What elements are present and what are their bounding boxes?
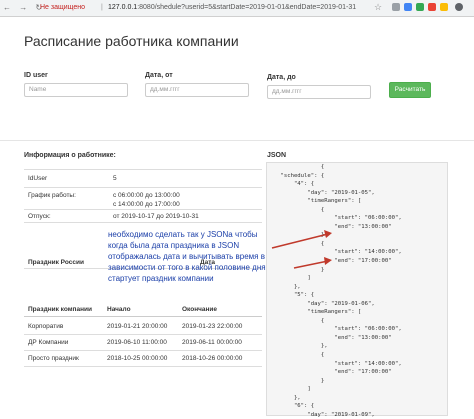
employee-value: 5 [113, 175, 117, 182]
url-host: 127.0.0.1 [108, 4, 138, 11]
company-holiday-end: 2019-06-11 00:00:00 [182, 339, 242, 346]
table-border [24, 222, 262, 223]
browser-nav-icons[interactable]: ← → ↻ [3, 3, 45, 12]
bookmark-star-icon[interactable]: ☆ [374, 2, 382, 13]
annotation-arrow-icon [271, 230, 332, 269]
employee-key: Отпуск: [28, 213, 51, 220]
russian-holiday-col-name: Праздник России [28, 259, 84, 266]
employee-key: График работы: [28, 192, 76, 199]
json-heading: JSON [267, 152, 287, 159]
url-text[interactable]: 127.0.0.1:8080/shedule?userid=5&startDat… [108, 4, 356, 11]
not-secure-warning[interactable]: Не защищено [40, 4, 85, 11]
extension-icon[interactable] [428, 3, 436, 11]
table-border [24, 187, 262, 188]
extension-icon[interactable] [416, 3, 424, 11]
company-holiday-name: Просто праздник [28, 355, 79, 362]
url-path: :8080/shedule?userid=5&startDate=2019-01… [137, 4, 357, 11]
date-from-label: Дата, от [145, 72, 173, 79]
table-border [24, 366, 262, 367]
page-title: Расписание работника компании [24, 33, 239, 49]
employee-info-heading: Информация о работнике: [24, 152, 116, 159]
date-to-input[interactable]: дд.мм.гггг [267, 85, 371, 99]
company-holiday-name: ДР Компании [28, 339, 69, 346]
table-border [24, 350, 262, 351]
employee-value: с 06:00:00 до 13:00:00 [113, 192, 180, 199]
profile-avatar-icon[interactable] [455, 3, 463, 11]
date-to-label: Дата, до [267, 74, 296, 81]
employee-key: IdUser [28, 175, 48, 182]
browser-address-bar: ← → ↻ Не защищено | 127.0.0.1:8080/shedu… [0, 0, 474, 17]
table-border [24, 209, 262, 210]
json-output-panel[interactable]: { "schedule": { "4": { "day": "2019-01-0… [266, 162, 448, 418]
table-border [24, 169, 262, 170]
extension-icon[interactable] [392, 3, 400, 11]
section-divider [0, 140, 474, 141]
annotation-text: необходимо сделать так у JSONа чтобы ког… [108, 230, 266, 283]
json-output-text: { "schedule": { "4": { "day": "2019-01-0… [280, 164, 402, 418]
table-border [24, 334, 262, 335]
company-holiday-end: 2018-10-26 00:00:00 [182, 355, 243, 362]
company-holiday-start: 2019-06-10 11:00:00 [107, 339, 167, 346]
extension-icon[interactable] [440, 3, 448, 11]
company-holiday-col-start: Начало [107, 306, 131, 313]
company-holiday-col-end: Окончание [182, 306, 218, 313]
table-border [24, 316, 262, 317]
calculate-button[interactable]: Расчитать [389, 82, 431, 98]
date-from-input[interactable]: дд.мм.гггг [145, 83, 249, 97]
address-separator: | [101, 4, 103, 11]
id-user-input[interactable]: Name [24, 83, 128, 97]
company-holiday-col-name: Праздник компании [28, 306, 92, 313]
employee-value: с 14:00:00 до 17:00:00 [113, 201, 180, 208]
company-holiday-name: Корпоратив [28, 323, 64, 330]
employee-value: от 2019-10-17 до 2019-10-31 [113, 213, 199, 220]
company-holiday-end: 2019-01-23 22:00:00 [182, 323, 243, 330]
extension-icon[interactable] [404, 3, 412, 11]
company-holiday-start: 2018-10-25 00:00:00 [107, 355, 168, 362]
id-user-label: ID user [24, 72, 48, 79]
company-holiday-start: 2019-01-21 20:00:00 [107, 323, 168, 330]
